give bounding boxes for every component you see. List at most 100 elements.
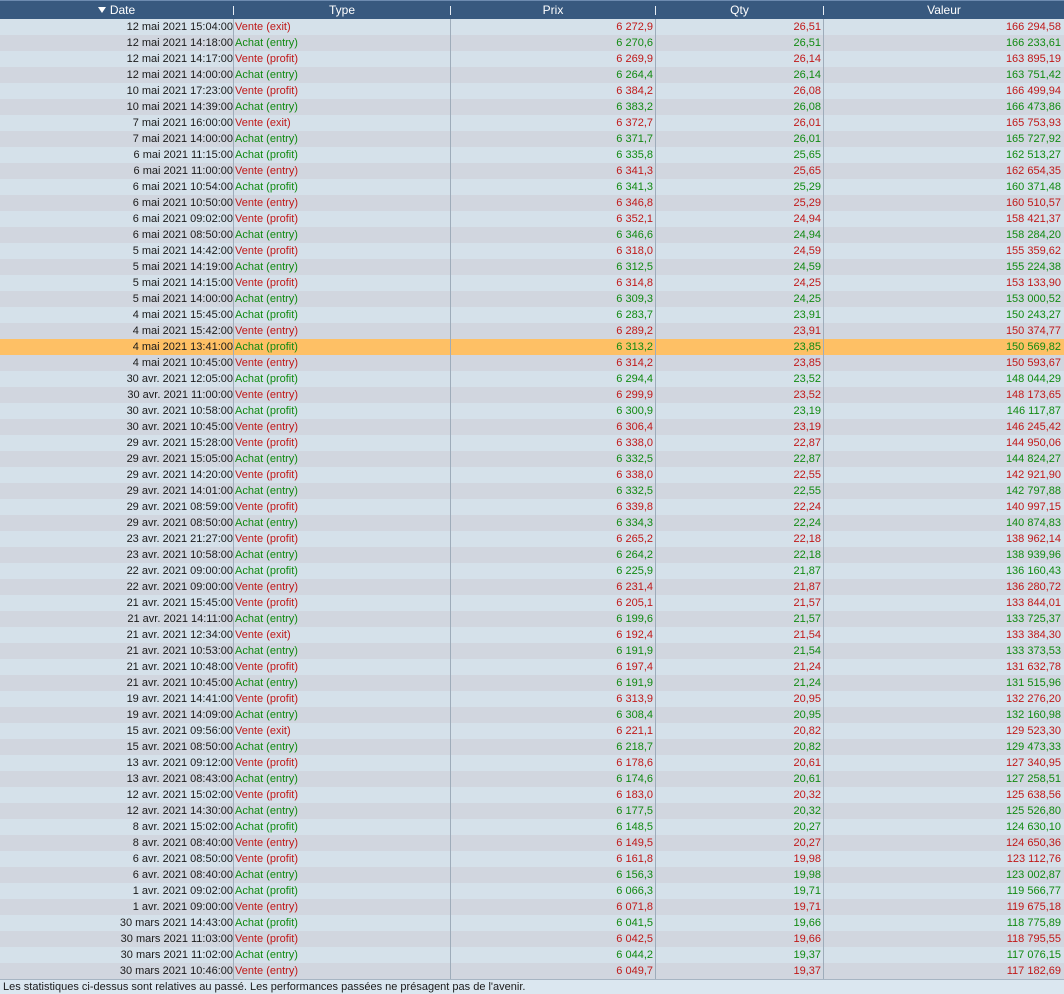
qty-cell: 22,87 bbox=[793, 453, 821, 465]
column-header-qty[interactable]: Qty bbox=[656, 1, 823, 19]
table-row[interactable]: 8 avr. 2021 08:40:00 Vente (entry) 6 149,5… bbox=[0, 835, 1064, 851]
table-row[interactable]: 15 avr. 2021 09:56:00 Vente (exit) 6 221,1… bbox=[0, 723, 1064, 739]
table-row[interactable]: 4 mai 2021 15:42:00 Vente (entry) 6 289,2 2… bbox=[0, 323, 1064, 339]
table-row[interactable]: 30 mars 2021 11:02:00 Achat (entry) 6 044,… bbox=[0, 947, 1064, 963]
table-row[interactable]: 4 mai 2021 15:45:00 Achat (profit) 6 283,7… bbox=[0, 307, 1064, 323]
type-cell: Vente (profit) bbox=[235, 693, 298, 705]
table-row[interactable]: 6 avr. 2021 08:50:00 Vente (profit) 6 161,… bbox=[0, 851, 1064, 867]
table-row[interactable]: 5 mai 2021 14:42:00 Vente (profit) 6 318,0… bbox=[0, 243, 1064, 259]
valeur-cell: 150 569,82 bbox=[1005, 341, 1061, 353]
date-cell: 29 avr. 2021 15:28:00 bbox=[126, 437, 233, 449]
valeur-cell: 158 284,20 bbox=[1005, 229, 1061, 241]
type-cell: Achat (entry) bbox=[235, 869, 298, 881]
column-header-valeur[interactable]: Valeur bbox=[824, 1, 1064, 19]
table-row[interactable]: 21 avr. 2021 14:11:00 Achat (entry) 6 199,… bbox=[0, 611, 1064, 627]
table-row[interactable]: 29 avr. 2021 14:01:00 Achat (entry) 6 332,… bbox=[0, 483, 1064, 499]
prix-cell: 6 161,8 bbox=[616, 853, 653, 865]
table-row[interactable]: 5 mai 2021 14:15:00 Vente (profit) 6 314,8… bbox=[0, 275, 1064, 291]
table-row[interactable]: 21 avr. 2021 10:45:00 Achat (entry) 6 191,… bbox=[0, 675, 1064, 691]
table-row[interactable]: 30 mars 2021 10:46:00 Vente (entry) 6 049,… bbox=[0, 963, 1064, 979]
table-row[interactable]: 7 mai 2021 14:00:00 Achat (entry) 6 371,7 2… bbox=[0, 131, 1064, 147]
table-row[interactable]: 12 mai 2021 15:04:00 Vente (exit) 6 272,9 2… bbox=[0, 19, 1064, 35]
table-row[interactable]: 6 mai 2021 11:15:00 Achat (profit) 6 335,8… bbox=[0, 147, 1064, 163]
table-row[interactable]: 6 mai 2021 11:00:00 Vente (entry) 6 341,3 2… bbox=[0, 163, 1064, 179]
table-row[interactable]: 19 avr. 2021 14:09:00 Achat (entry) 6 308,… bbox=[0, 707, 1064, 723]
table-row[interactable]: 23 avr. 2021 10:58:00 Achat (entry) 6 264,… bbox=[0, 547, 1064, 563]
valeur-cell: 148 044,29 bbox=[1005, 373, 1061, 385]
type-cell: Achat (entry) bbox=[235, 101, 298, 113]
table-row[interactable]: 12 avr. 2021 14:30:00 Achat (entry) 6 177,… bbox=[0, 803, 1064, 819]
qty-cell: 22,18 bbox=[793, 533, 821, 545]
date-cell: 15 avr. 2021 08:50:00 bbox=[126, 741, 233, 753]
table-row[interactable]: 13 avr. 2021 09:12:00 Vente (profit) 6 178… bbox=[0, 755, 1064, 771]
column-gridline bbox=[450, 19, 451, 979]
table-row[interactable]: 4 mai 2021 10:45:00 Vente (entry) 6 314,2 2… bbox=[0, 355, 1064, 371]
date-cell: 8 avr. 2021 15:02:00 bbox=[132, 821, 233, 833]
table-row[interactable]: 7 mai 2021 16:00:00 Vente (exit) 6 372,7 26… bbox=[0, 115, 1064, 131]
qty-cell: 19,37 bbox=[793, 965, 821, 977]
table-row[interactable]: 12 avr. 2021 15:02:00 Vente (profit) 6 183… bbox=[0, 787, 1064, 803]
prix-cell: 6 283,7 bbox=[616, 309, 653, 321]
prix-cell: 6 338,0 bbox=[616, 437, 653, 449]
table-row[interactable]: 12 mai 2021 14:00:00 Achat (entry) 6 264,4… bbox=[0, 67, 1064, 83]
date-cell: 6 mai 2021 11:00:00 bbox=[133, 165, 233, 177]
table-row[interactable]: 21 avr. 2021 15:45:00 Vente (profit) 6 205… bbox=[0, 595, 1064, 611]
table-row[interactable]: 1 avr. 2021 09:00:00 Vente (entry) 6 071,8… bbox=[0, 899, 1064, 915]
table-row[interactable]: 1 avr. 2021 09:02:00 Achat (profit) 6 066,… bbox=[0, 883, 1064, 899]
table-row[interactable]: 30 avr. 2021 12:05:00 Achat (profit) 6 294… bbox=[0, 371, 1064, 387]
table-row[interactable]: 29 avr. 2021 08:59:00 Vente (profit) 6 339… bbox=[0, 499, 1064, 515]
table-row[interactable]: 29 avr. 2021 15:28:00 Vente (profit) 6 338… bbox=[0, 435, 1064, 451]
column-header-type[interactable]: Type bbox=[234, 1, 450, 19]
valeur-cell: 158 421,37 bbox=[1005, 213, 1061, 225]
type-cell: Achat (entry) bbox=[235, 773, 298, 785]
table-row[interactable]: 10 mai 2021 17:23:00 Vente (profit) 6 384,… bbox=[0, 83, 1064, 99]
column-header-prix[interactable]: Prix bbox=[451, 1, 655, 19]
table-row[interactable]: 19 avr. 2021 14:41:00 Vente (profit) 6 313… bbox=[0, 691, 1064, 707]
type-cell: Achat (profit) bbox=[235, 917, 298, 929]
table-row[interactable]: 6 mai 2021 08:50:00 Achat (entry) 6 346,6 2… bbox=[0, 227, 1064, 243]
table-row[interactable]: 30 mars 2021 14:43:00 Achat (profit) 6 041… bbox=[0, 915, 1064, 931]
date-cell: 6 avr. 2021 08:50:00 bbox=[132, 853, 233, 865]
type-cell: Vente (profit) bbox=[235, 933, 298, 945]
table-row[interactable]: 21 avr. 2021 12:34:00 Vente (exit) 6 192,4… bbox=[0, 627, 1064, 643]
table-row[interactable]: 10 mai 2021 14:39:00 Achat (entry) 6 383,2… bbox=[0, 99, 1064, 115]
type-cell: Vente (exit) bbox=[235, 117, 291, 129]
prix-cell: 6 352,1 bbox=[616, 213, 653, 225]
table-row[interactable]: 12 mai 2021 14:17:00 Vente (profit) 6 269,… bbox=[0, 51, 1064, 67]
table-row[interactable]: 6 mai 2021 10:54:00 Achat (profit) 6 341,3… bbox=[0, 179, 1064, 195]
table-row[interactable]: 4 mai 2021 13:41:00 Achat (profit) 6 313,2… bbox=[0, 339, 1064, 355]
table-row[interactable]: 30 avr. 2021 10:45:00 Vente (entry) 6 306,… bbox=[0, 419, 1064, 435]
date-cell: 5 mai 2021 14:19:00 bbox=[132, 261, 233, 273]
date-cell: 21 avr. 2021 10:53:00 bbox=[126, 645, 233, 657]
valeur-cell: 119 566,77 bbox=[1006, 885, 1061, 897]
date-cell: 30 mars 2021 14:43:00 bbox=[119, 917, 233, 929]
table-row[interactable]: 23 avr. 2021 21:27:00 Vente (profit) 6 265… bbox=[0, 531, 1064, 547]
sort-descending-icon[interactable] bbox=[97, 6, 106, 13]
date-cell: 29 avr. 2021 14:20:00 bbox=[126, 469, 233, 481]
table-row[interactable]: 6 avr. 2021 08:40:00 Achat (entry) 6 156,3… bbox=[0, 867, 1064, 883]
qty-cell: 19,66 bbox=[793, 917, 821, 929]
table-row[interactable]: 30 avr. 2021 10:58:00 Achat (profit) 6 300… bbox=[0, 403, 1064, 419]
table-row[interactable]: 22 avr. 2021 09:00:00 Achat (profit) 6 225… bbox=[0, 563, 1064, 579]
table-row[interactable]: 29 avr. 2021 15:05:00 Achat (entry) 6 332,… bbox=[0, 451, 1064, 467]
table-row[interactable]: 29 avr. 2021 14:20:00 Vente (profit) 6 338… bbox=[0, 467, 1064, 483]
table-row[interactable]: 8 avr. 2021 15:02:00 Achat (profit) 6 148,… bbox=[0, 819, 1064, 835]
table-row[interactable]: 13 avr. 2021 08:43:00 Achat (entry) 6 174,… bbox=[0, 771, 1064, 787]
table-row[interactable]: 30 mars 2021 11:03:00 Vente (profit) 6 042… bbox=[0, 931, 1064, 947]
prix-cell: 6 049,7 bbox=[616, 965, 653, 977]
table-row[interactable]: 21 avr. 2021 10:53:00 Achat (entry) 6 191,… bbox=[0, 643, 1064, 659]
table-row[interactable]: 5 mai 2021 14:00:00 Achat (entry) 6 309,3 2… bbox=[0, 291, 1064, 307]
column-header-date[interactable]: Date bbox=[0, 1, 233, 19]
table-row[interactable]: 29 avr. 2021 08:50:00 Achat (entry) 6 334,… bbox=[0, 515, 1064, 531]
date-cell: 12 mai 2021 14:18:00 bbox=[126, 37, 233, 49]
table-row[interactable]: 22 avr. 2021 09:00:00 Vente (entry) 6 231,… bbox=[0, 579, 1064, 595]
valeur-cell: 146 117,87 bbox=[1006, 405, 1061, 417]
table-row[interactable]: 5 mai 2021 14:19:00 Achat (entry) 6 312,5 2… bbox=[0, 259, 1064, 275]
table-row[interactable]: 6 mai 2021 10:50:00 Vente (entry) 6 346,8 2… bbox=[0, 195, 1064, 211]
table-row[interactable]: 12 mai 2021 14:18:00 Achat (entry) 6 270,6… bbox=[0, 35, 1064, 51]
table-row[interactable]: 21 avr. 2021 10:48:00 Vente (profit) 6 197… bbox=[0, 659, 1064, 675]
table-row[interactable]: 30 avr. 2021 11:00:00 Vente (entry) 6 299,… bbox=[0, 387, 1064, 403]
qty-cell: 21,87 bbox=[793, 565, 821, 577]
table-row[interactable]: 15 avr. 2021 08:50:00 Achat (entry) 6 218,… bbox=[0, 739, 1064, 755]
table-row[interactable]: 6 mai 2021 09:02:00 Vente (profit) 6 352,1… bbox=[0, 211, 1064, 227]
